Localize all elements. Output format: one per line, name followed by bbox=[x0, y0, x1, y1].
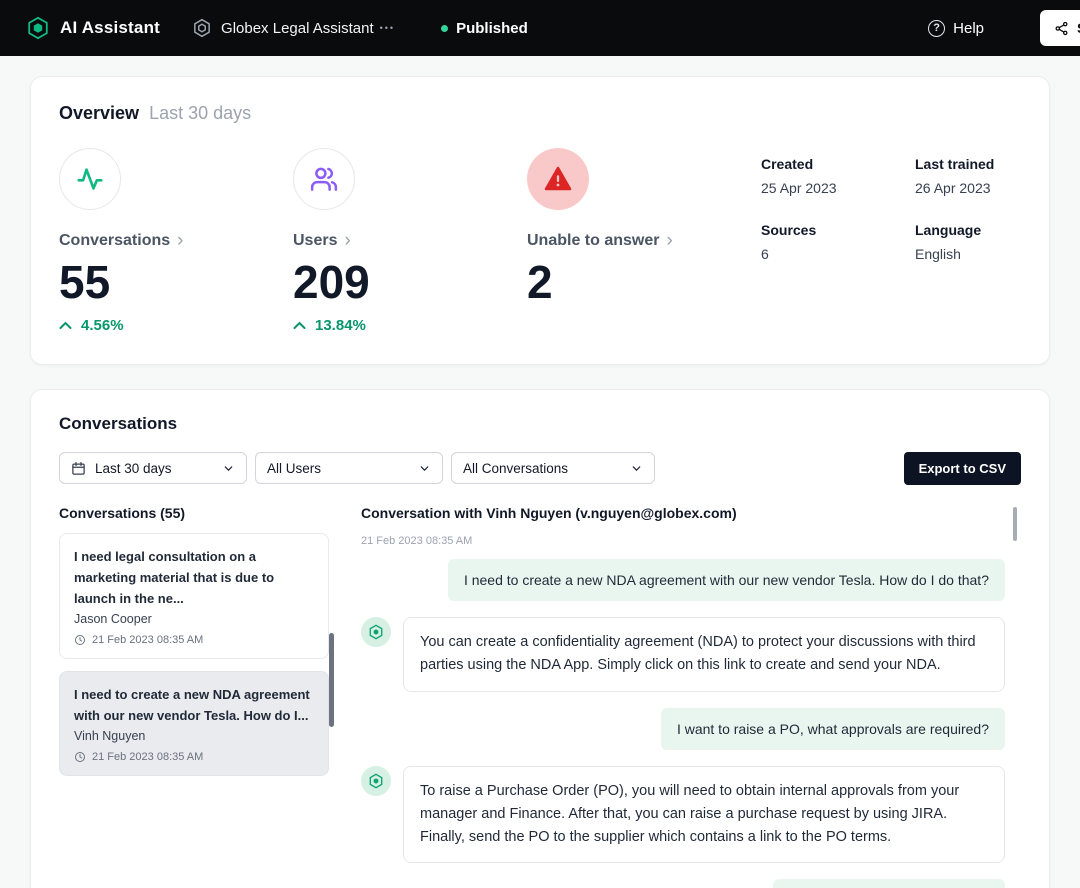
published-label: Published bbox=[456, 20, 528, 37]
help-icon: ? bbox=[928, 20, 945, 37]
assistant-hexagon-icon bbox=[192, 18, 212, 38]
metric-users-delta: 13.84% bbox=[293, 317, 527, 334]
detail-language: Language English bbox=[915, 222, 1021, 262]
conversation-list: Conversations (55) I need legal consulta… bbox=[59, 505, 329, 888]
bot-avatar bbox=[361, 766, 391, 796]
message-list: I need to create a new NDA agreement wit… bbox=[361, 559, 1005, 888]
user-message: What is our social media policy? bbox=[773, 879, 1005, 888]
list-scrollbar-thumb[interactable] bbox=[329, 633, 334, 727]
metric-conversations-link[interactable]: Conversations › bbox=[59, 232, 293, 250]
chevron-right-icon: › bbox=[344, 234, 350, 248]
bot-message: To raise a Purchase Order (PO), you will… bbox=[361, 766, 1005, 864]
conversations-card: Conversations Last 30 days All Users bbox=[30, 389, 1050, 888]
chevron-right-icon: › bbox=[666, 234, 672, 248]
app-title: AI Assistant bbox=[60, 18, 160, 38]
app-brand: AI Assistant bbox=[26, 16, 160, 40]
app-logo-icon bbox=[26, 16, 50, 40]
chevron-down-icon bbox=[630, 462, 643, 475]
clock-icon bbox=[74, 751, 86, 763]
users-filter-select[interactable]: All Users bbox=[255, 452, 443, 484]
chevron-up-icon bbox=[59, 321, 72, 330]
conversation-list-title: Conversations (55) bbox=[59, 505, 329, 521]
overview-title: Overview bbox=[59, 103, 139, 124]
activity-icon bbox=[59, 148, 121, 210]
detail-created: Created 25 Apr 2023 bbox=[761, 156, 915, 196]
user-message: I want to raise a PO, what approvals are… bbox=[661, 708, 1005, 750]
metric-conversations-value: 55 bbox=[59, 256, 293, 309]
metric-conversations: Conversations › 55 4.56% bbox=[59, 148, 293, 334]
detail-last-trained: Last trained 26 Apr 2023 bbox=[915, 156, 1021, 196]
bot-message: You can create a confidentiality agreeme… bbox=[361, 617, 1005, 691]
overview-details: Created 25 Apr 2023 Last trained 26 Apr … bbox=[761, 156, 1021, 334]
publish-status: Published bbox=[441, 20, 528, 37]
metric-users-link[interactable]: Users › bbox=[293, 232, 527, 250]
conversation-list-item-selected[interactable]: I need to create a new NDA agreement wit… bbox=[59, 671, 329, 776]
chat-panel: Conversation with Vinh Nguyen (v.nguyen@… bbox=[361, 505, 1021, 888]
metric-unable-value: 2 bbox=[527, 256, 761, 309]
chevron-down-icon bbox=[418, 462, 431, 475]
export-csv-button[interactable]: Export to CSV bbox=[904, 452, 1021, 485]
metric-users-value: 209 bbox=[293, 256, 527, 309]
chevron-down-icon bbox=[222, 462, 235, 475]
conversation-type-select[interactable]: All Conversations bbox=[451, 452, 655, 484]
calendar-icon bbox=[71, 461, 86, 476]
share-button[interactable]: Share bbox=[1040, 10, 1080, 46]
detail-sources: Sources 6 bbox=[761, 222, 915, 262]
date-range-select[interactable]: Last 30 days bbox=[59, 452, 247, 484]
conversation-list-item[interactable]: I need legal consultation on a marketing… bbox=[59, 533, 329, 659]
metric-users: Users › 209 13.84% bbox=[293, 148, 527, 334]
metric-unable-to-answer: Unable to answer › 2 bbox=[527, 148, 761, 334]
chat-timestamp: 21 Feb 2023 08:35 AM bbox=[361, 535, 1005, 547]
top-bar: AI Assistant Globex Legal Assistant ••• … bbox=[0, 0, 1080, 56]
metric-conversations-delta: 4.56% bbox=[59, 317, 293, 334]
metric-unable-link[interactable]: Unable to answer › bbox=[527, 232, 761, 250]
main-content: Overview Last 30 days Conversations › 55 bbox=[0, 56, 1080, 888]
chat-title: Conversation with Vinh Nguyen (v.nguyen@… bbox=[361, 505, 1005, 521]
assistant-switcher[interactable]: Globex Legal Assistant bbox=[192, 18, 374, 38]
published-dot-icon bbox=[441, 25, 448, 32]
user-message: I need to create a new NDA agreement wit… bbox=[448, 559, 1005, 601]
help-label: Help bbox=[953, 20, 984, 37]
filters-row: Last 30 days All Users All Conversations… bbox=[59, 452, 1021, 485]
users-icon bbox=[293, 148, 355, 210]
share-icon bbox=[1054, 21, 1069, 36]
help-button[interactable]: ? Help bbox=[928, 20, 984, 37]
clock-icon bbox=[74, 634, 86, 646]
warning-icon bbox=[527, 148, 589, 210]
more-menu-button[interactable]: ••• bbox=[380, 23, 395, 33]
chevron-up-icon bbox=[293, 321, 306, 330]
overview-subtitle: Last 30 days bbox=[149, 103, 251, 124]
chevron-right-icon: › bbox=[177, 234, 183, 248]
overview-card: Overview Last 30 days Conversations › 55 bbox=[30, 76, 1050, 365]
conversations-title: Conversations bbox=[59, 414, 1021, 434]
bot-avatar bbox=[361, 617, 391, 647]
assistant-name: Globex Legal Assistant bbox=[221, 20, 374, 37]
chat-scrollbar-thumb[interactable] bbox=[1013, 507, 1017, 541]
